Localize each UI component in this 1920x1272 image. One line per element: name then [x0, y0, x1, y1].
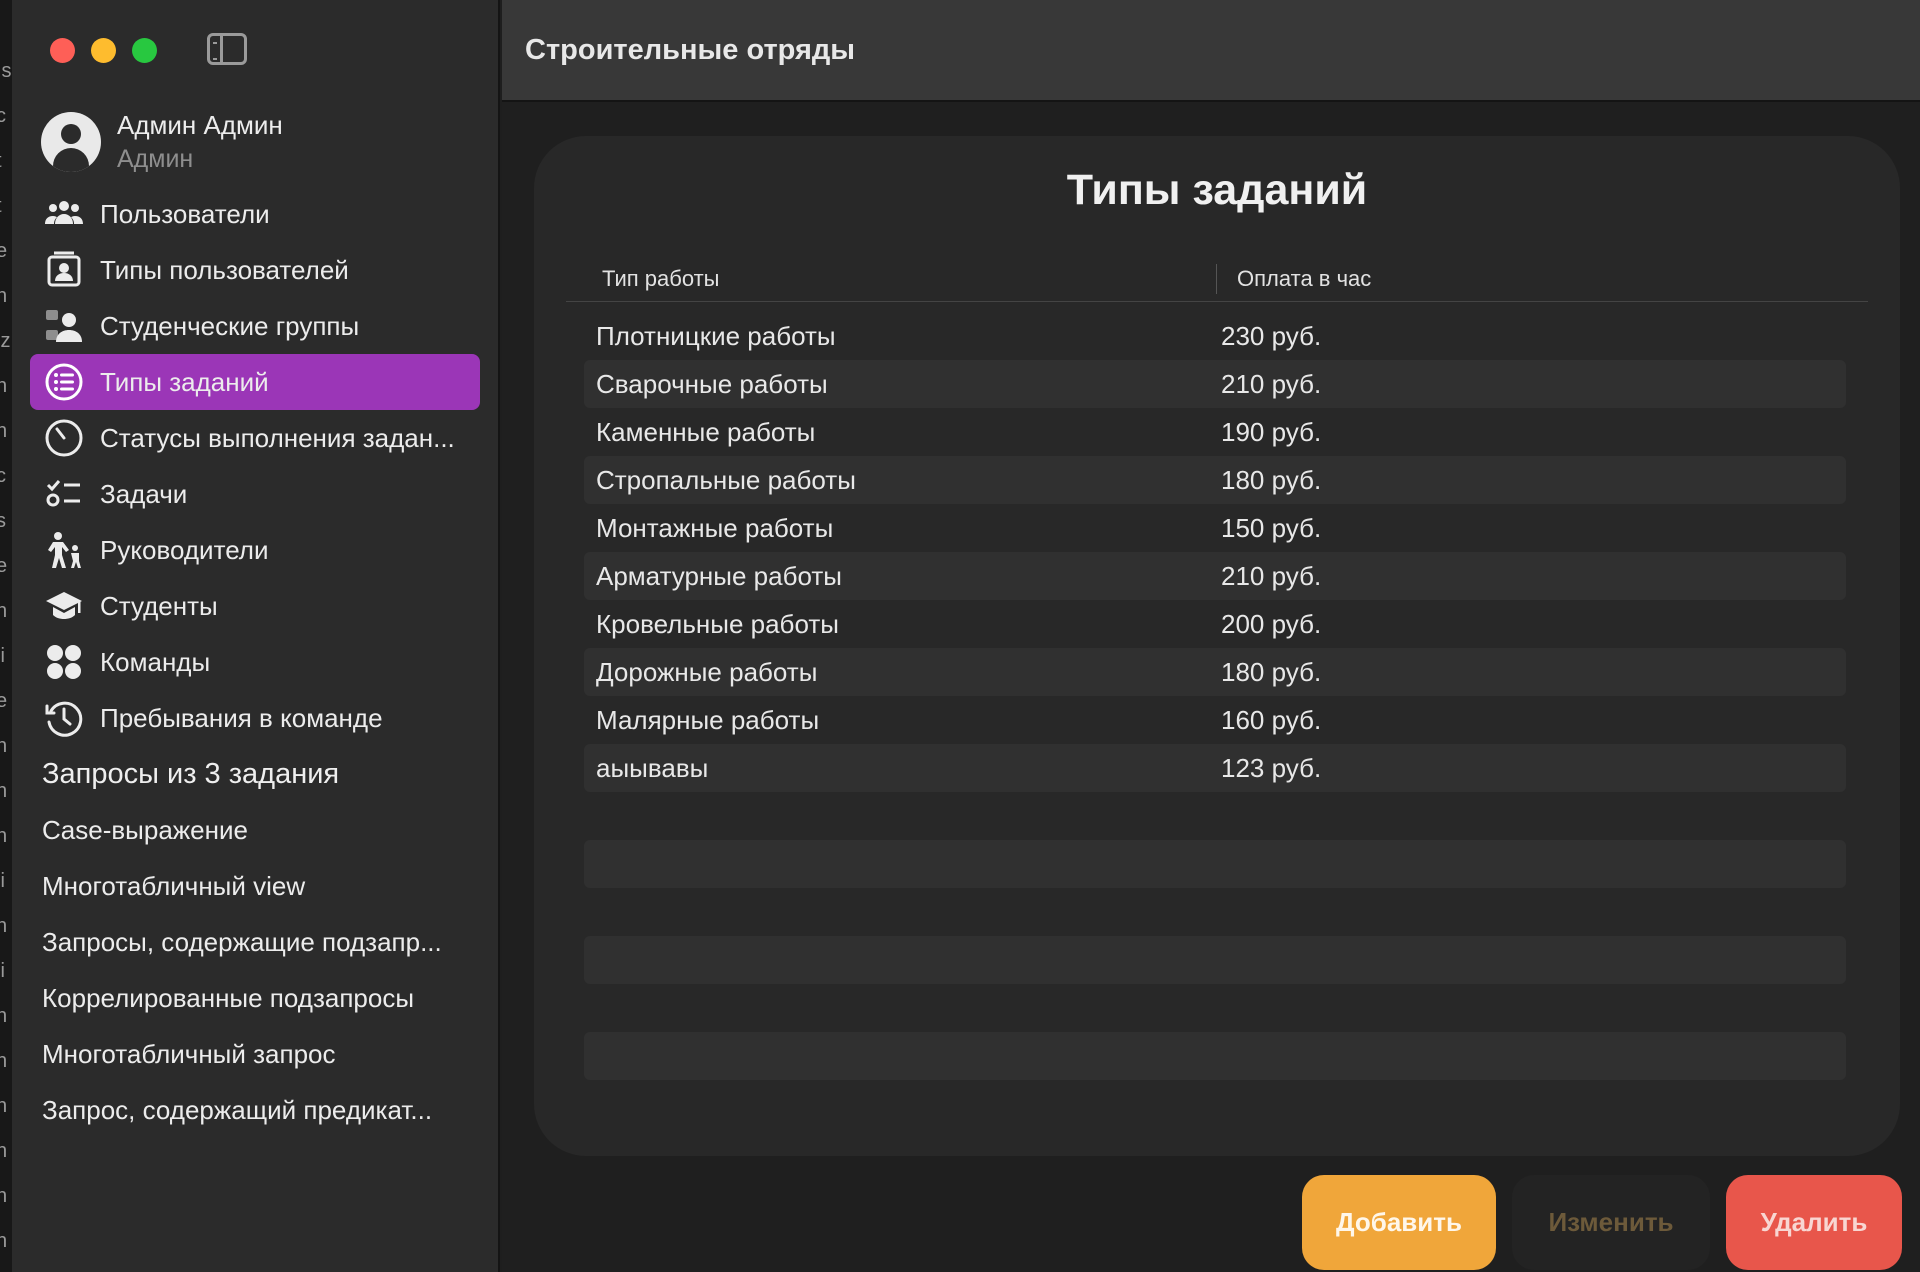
table-header: Тип работы Оплата в час [566, 256, 1868, 302]
page-title: Типы заданий [1066, 166, 1368, 214]
cell-work-type: Плотницкие работы [596, 320, 836, 351]
sidebar-item-users[interactable]: Пользователи [30, 186, 480, 242]
sidebar-query-subqueries[interactable]: Запросы, содержащие подзапр... [30, 914, 480, 970]
cell-work-type: Сварочные работы [596, 368, 828, 399]
table-body: Плотницкие работы 230 руб. Сварочные рабо… [584, 312, 1846, 1080]
cell-work-type: Малярные работы [596, 704, 820, 735]
list-bullet-icon [42, 362, 86, 402]
window-title: Строительные отряды [525, 33, 856, 66]
table-row[interactable]: Монтажные работы 150 руб. [584, 504, 1846, 552]
clock-dial-icon [42, 418, 86, 458]
cell-rate: 150 руб. [1221, 512, 1322, 543]
table-row[interactable]: Арматурные работы 210 руб. [584, 552, 1846, 600]
table-row-empty [584, 792, 1846, 840]
sidebar-query-case[interactable]: Case-выражение [30, 802, 480, 858]
background-window-edge: ısct ten iznn cse niie nnn iinii nnn nnn [0, 0, 12, 1272]
sidebar-item-task-types[interactable]: Типы заданий [30, 354, 480, 410]
sidebar-item-label: Студенческие группы [100, 310, 360, 341]
history-icon [42, 698, 86, 738]
column-header-work-type[interactable]: Тип работы [566, 263, 1217, 294]
figure-and-child-icon [42, 530, 86, 570]
sidebar-item-supervisors[interactable]: Руководители [30, 522, 480, 578]
add-button[interactable]: Добавить [1302, 1175, 1496, 1270]
sidebar-item-user-types[interactable]: Типы пользователей [30, 242, 480, 298]
cell-work-type: Кровельные работы [596, 608, 839, 639]
sidebar-nav: Пользователи Типы пользователей Студенче… [30, 186, 480, 1138]
table-row[interactable]: Плотницкие работы 230 руб. [584, 312, 1846, 360]
checklist-icon [42, 474, 86, 514]
window-controls [50, 38, 157, 63]
toolbar: Строительные отряды [502, 0, 1920, 102]
avatar [41, 112, 101, 172]
cell-work-type: Арматурные работы [596, 560, 842, 591]
sidebar-item-label: Пребывания в команде [100, 702, 383, 733]
profile-role: Админ [117, 145, 194, 173]
cell-work-type: Каменные работы [596, 416, 816, 447]
sidebar-item-label: Задачи [100, 478, 188, 509]
close-window-button[interactable] [50, 38, 75, 63]
cell-work-type: Дорожные работы [596, 656, 818, 687]
sidebar-item-task-statuses[interactable]: Статусы выполнения задан... [30, 410, 480, 466]
cell-rate: 160 руб. [1221, 704, 1322, 735]
sidebar-query-multitable-view[interactable]: Многотабличный view [30, 858, 480, 914]
column-header-hourly-rate[interactable]: Оплата в час [1217, 266, 1371, 292]
sidebar-query-predicate[interactable]: Запрос, содержащий предикат... [30, 1082, 480, 1138]
cell-work-type: аыывавы [596, 752, 709, 783]
cell-rate: 190 руб. [1221, 416, 1322, 447]
cell-rate: 200 руб. [1221, 608, 1322, 639]
cell-work-type: Стропальные работы [596, 464, 856, 495]
sidebar-item-label: Типы пользователей [100, 254, 349, 285]
cell-rate: 123 руб. [1221, 752, 1322, 783]
cell-rate: 180 руб. [1221, 656, 1322, 687]
sidebar-item-label: Типы заданий [100, 366, 269, 397]
sidebar-item-label: Студенты [100, 590, 218, 621]
sidebar-item-label: Статусы выполнения задан... [100, 422, 455, 453]
table-row-empty [584, 984, 1846, 1032]
group-icon [42, 306, 86, 346]
table-row[interactable]: Кровельные работы 200 руб. [584, 600, 1846, 648]
sidebar-toggle-icon[interactable] [207, 33, 247, 65]
person-card-icon [42, 250, 86, 290]
sidebar-item-tasks[interactable]: Задачи [30, 466, 480, 522]
zoom-window-button[interactable] [132, 38, 157, 63]
table-row[interactable]: Дорожные работы 180 руб. [584, 648, 1846, 696]
sidebar-query-multitable[interactable]: Многотабличный запрос [30, 1026, 480, 1082]
user-profile[interactable]: Админ Админ Админ [41, 108, 283, 176]
sidebar-item-label: Пользователи [100, 198, 270, 229]
table-row[interactable]: Каменные работы 190 руб. [584, 408, 1846, 456]
table-row[interactable]: Сварочные работы 210 руб. [584, 360, 1846, 408]
sidebar: Админ Админ Админ Пользователи Типы поль… [12, 0, 500, 1272]
table-row[interactable]: аыывавы 123 руб. [584, 744, 1846, 792]
sidebar-item-team-stays[interactable]: Пребывания в команде [30, 690, 480, 746]
graduation-cap-icon [42, 586, 86, 626]
minimize-window-button[interactable] [91, 38, 116, 63]
delete-button[interactable]: Удалить [1726, 1175, 1902, 1270]
profile-name: Админ Админ [117, 110, 283, 140]
sidebar-item-teams[interactable]: Команды [30, 634, 480, 690]
cell-rate: 210 руб. [1221, 560, 1322, 591]
cell-rate: 210 руб. [1221, 368, 1322, 399]
table-row-empty [584, 840, 1846, 888]
sidebar-item-student-groups[interactable]: Студенческие группы [30, 298, 480, 354]
table-row[interactable]: Стропальные работы 180 руб. [584, 456, 1846, 504]
sidebar-item-students[interactable]: Студенты [30, 578, 480, 634]
cell-work-type: Монтажные работы [596, 512, 834, 543]
sidebar-item-label: Команды [100, 646, 211, 677]
table-row[interactable]: Малярные работы 160 руб. [584, 696, 1846, 744]
task-types-card: Типы заданий Тип работы Оплата в час Пло… [534, 136, 1900, 1156]
table-row-empty [584, 936, 1846, 984]
edit-button[interactable]: Изменить [1512, 1175, 1710, 1270]
queries-section-title: Запросы из 3 задания [42, 757, 340, 790]
sidebar-item-label: Руководители [100, 534, 269, 565]
cell-rate: 180 руб. [1221, 464, 1322, 495]
users-icon [42, 194, 86, 234]
table-row-empty [584, 1032, 1846, 1080]
four-circles-icon [42, 642, 86, 682]
cell-rate: 230 руб. [1221, 320, 1322, 351]
sidebar-query-correlated[interactable]: Коррелированные подзапросы [30, 970, 480, 1026]
main-content: Строительные отряды Типы заданий Тип раб… [502, 0, 1920, 1272]
table-row-empty [584, 888, 1846, 936]
